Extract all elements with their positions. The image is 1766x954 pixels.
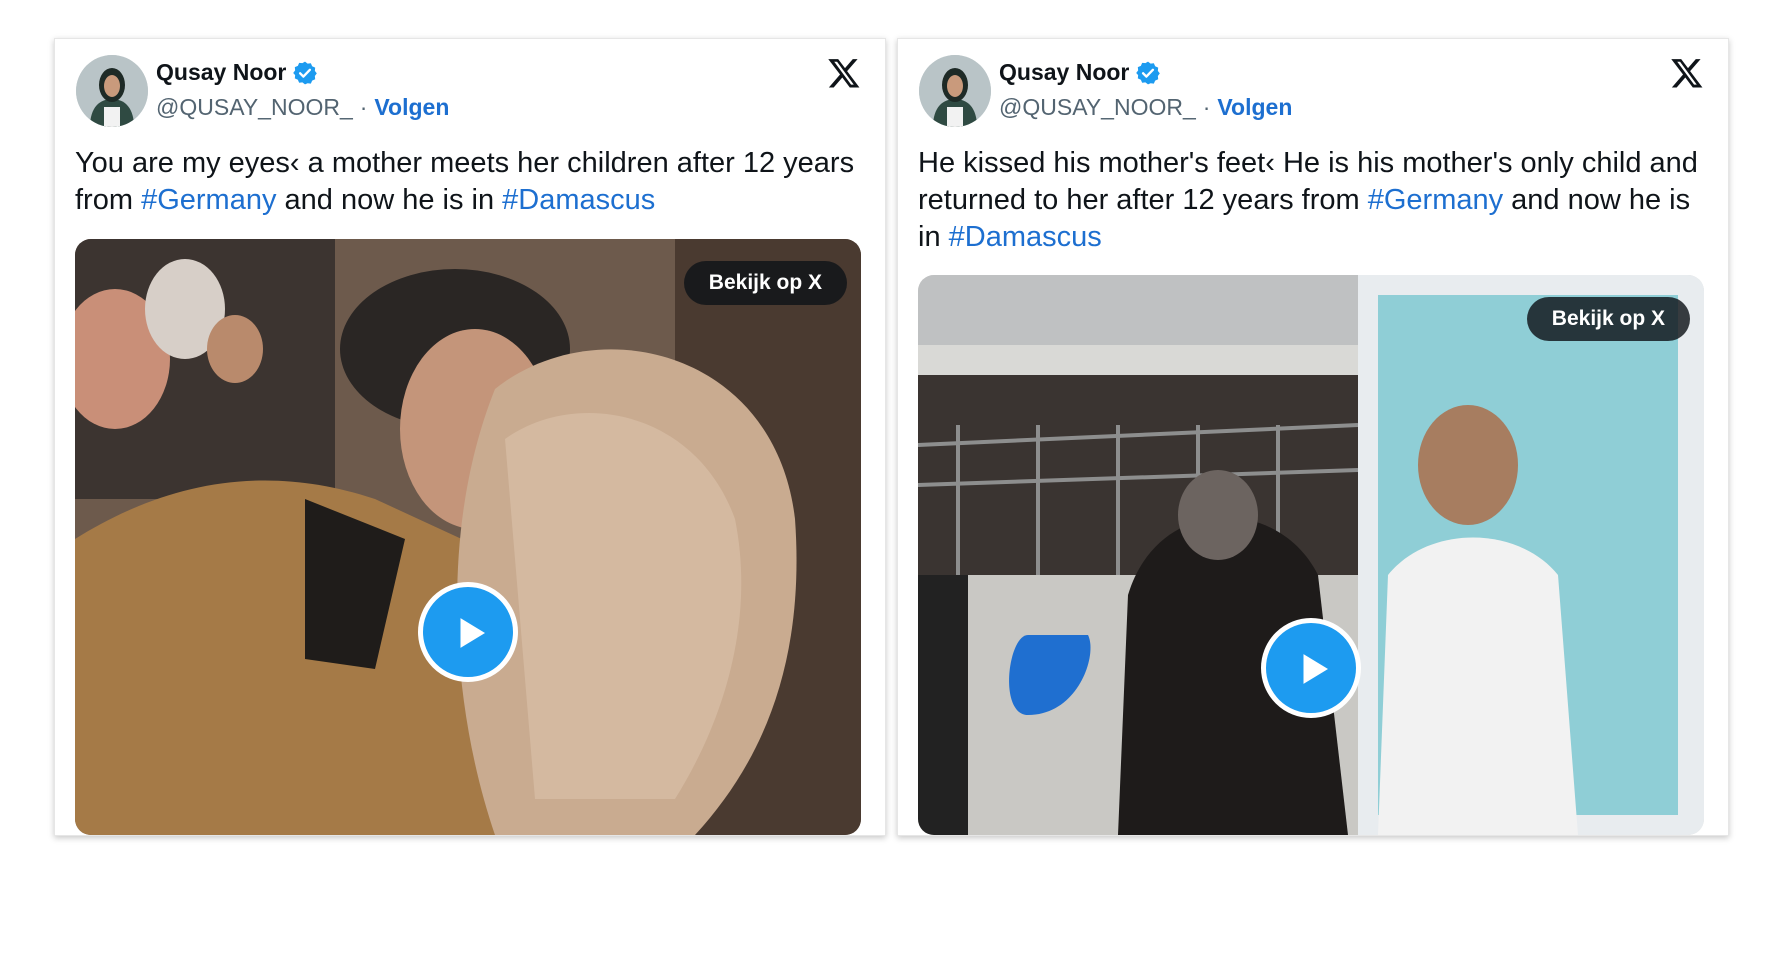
follow-button[interactable]: Volgen xyxy=(374,94,449,121)
video-thumbnail[interactable]: Bekijk op X xyxy=(75,239,861,835)
avatar[interactable] xyxy=(919,55,991,127)
tweet-text: You are my eyes‹ a mother meets her chil… xyxy=(75,145,865,219)
separator-dot: · xyxy=(359,94,368,120)
play-icon xyxy=(1303,654,1328,684)
video-thumbnail[interactable]: Bekijk op X xyxy=(918,275,1704,835)
hashtag-damascus[interactable]: #Damascus xyxy=(949,221,1102,253)
play-icon xyxy=(460,618,485,648)
video-frame xyxy=(75,239,861,835)
tweet-text-segment: and now he is in xyxy=(276,184,503,216)
tweet-text: He kissed his mother's feet‹ He is his m… xyxy=(918,145,1708,256)
x-logo-icon[interactable] xyxy=(827,56,861,90)
tweet-card-2: Qusay Noor @QUSAY_NOOR_ · Volgen He kiss… xyxy=(897,38,1729,836)
hashtag-damascus[interactable]: #Damascus xyxy=(502,184,655,216)
hashtag-germany[interactable]: #Germany xyxy=(1368,184,1503,216)
verified-badge-icon xyxy=(1136,61,1161,84)
separator-dot: · xyxy=(1202,94,1211,120)
play-button[interactable] xyxy=(418,582,518,682)
author-name[interactable]: Qusay Noor xyxy=(156,59,286,86)
author-name[interactable]: Qusay Noor xyxy=(999,59,1129,86)
verified-badge-icon xyxy=(293,61,318,84)
x-logo-icon[interactable] xyxy=(1670,56,1704,90)
author-handle[interactable]: @QUSAY_NOOR_ xyxy=(999,94,1196,121)
video-frame xyxy=(918,275,1704,835)
follow-button[interactable]: Volgen xyxy=(1217,94,1292,121)
view-on-x-button[interactable]: Bekijk op X xyxy=(1526,297,1690,341)
view-on-x-button[interactable]: Bekijk op X xyxy=(683,261,847,305)
author-handle[interactable]: @QUSAY_NOOR_ xyxy=(156,94,353,121)
play-button[interactable] xyxy=(1261,618,1361,718)
hashtag-germany[interactable]: #Germany xyxy=(141,184,276,216)
avatar[interactable] xyxy=(76,55,148,127)
tweet-card-1: Qusay Noor @QUSAY_NOOR_ · Volgen You are… xyxy=(54,38,886,836)
